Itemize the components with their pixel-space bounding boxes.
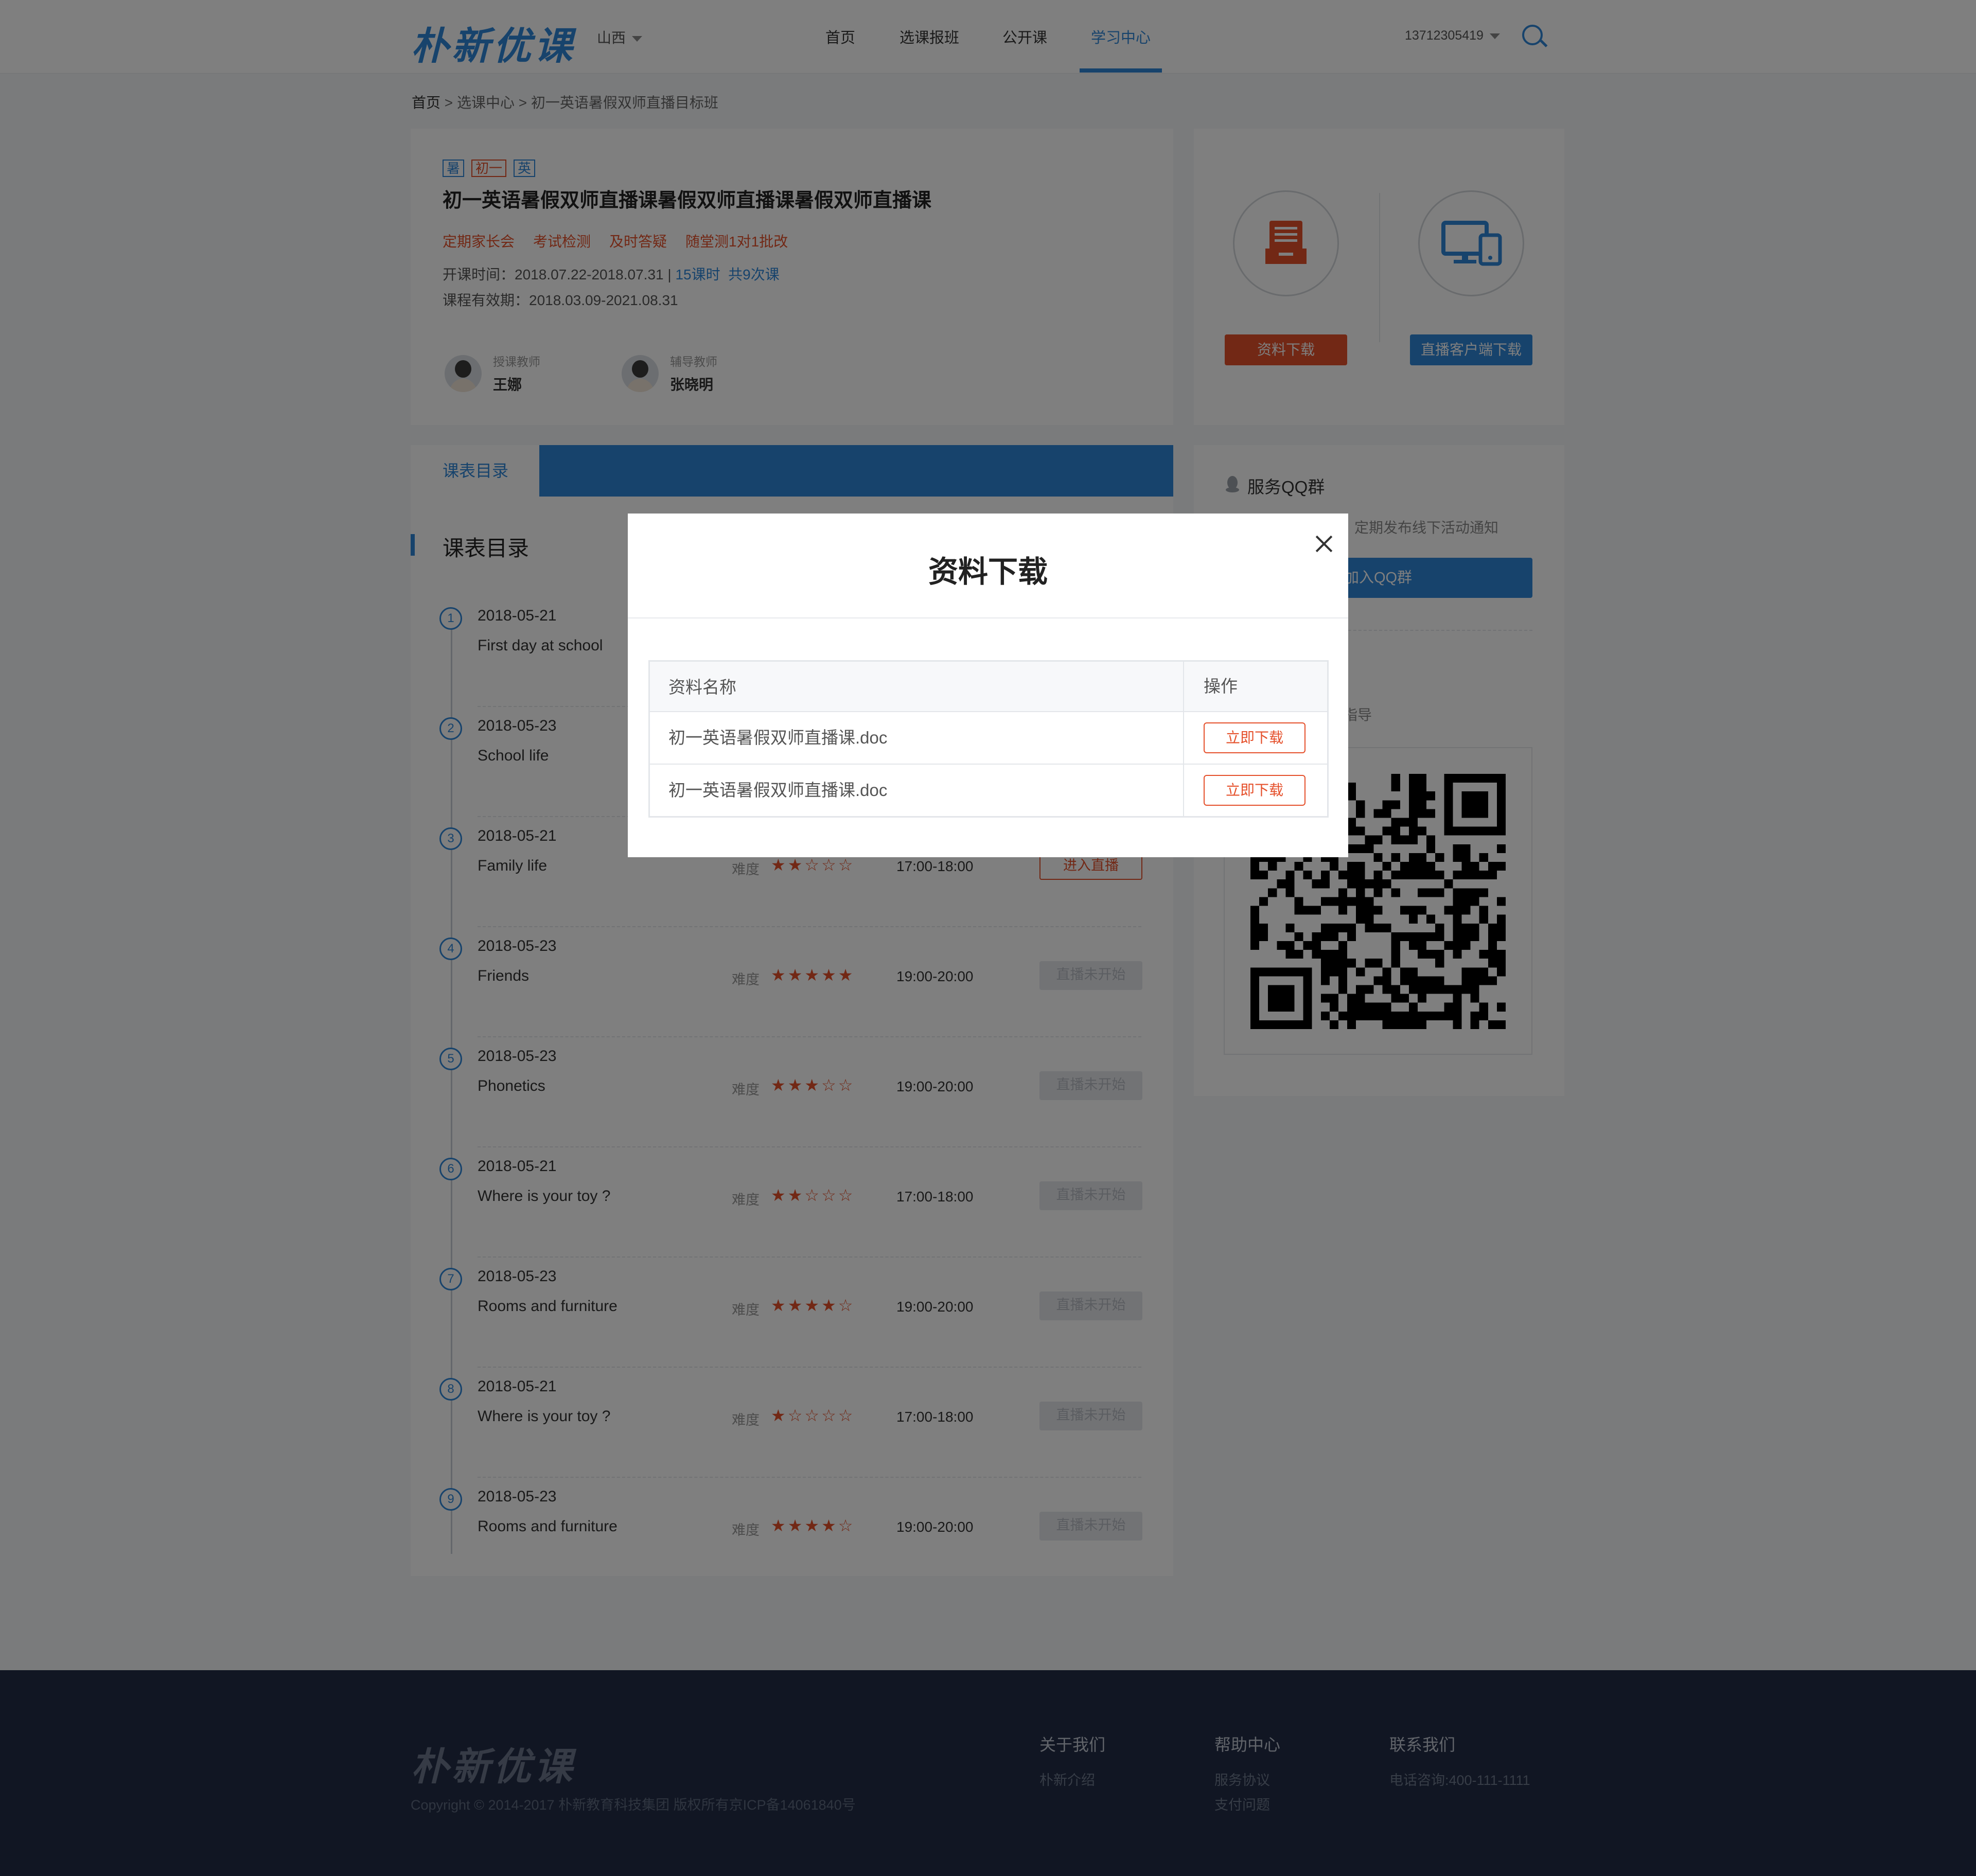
table-row: 初一英语暑假双师直播课.doc 立即下载 (650, 711, 1327, 764)
file-name: 初一英语暑假双师直播课.doc (668, 781, 888, 800)
table-header-row: 资料名称 操作 (650, 662, 1327, 711)
column-divider (1183, 765, 1184, 816)
download-now-button[interactable]: 立即下载 (1204, 722, 1305, 753)
material-table: 资料名称 操作 初一英语暑假双师直播课.doc 立即下载 初一英语暑假双师直播课… (648, 660, 1329, 818)
download-now-button[interactable]: 立即下载 (1204, 775, 1305, 806)
modal-divider (628, 617, 1348, 618)
column-divider (1183, 662, 1184, 711)
file-name: 初一英语暑假双师直播课.doc (668, 728, 888, 747)
table-row: 初一英语暑假双师直播课.doc 立即下载 (650, 764, 1327, 816)
material-download-modal: 资料下载 资料名称 操作 初一英语暑假双师直播课.doc 立即下载 初一英语暑假… (628, 514, 1348, 857)
modal-title: 资料下载 (928, 555, 1048, 589)
modal-overlay[interactable] (0, 0, 1976, 1876)
column-header-action: 操作 (1204, 677, 1238, 696)
column-divider (1183, 712, 1184, 764)
close-icon[interactable] (1310, 530, 1338, 558)
column-header-name: 资料名称 (668, 678, 736, 697)
